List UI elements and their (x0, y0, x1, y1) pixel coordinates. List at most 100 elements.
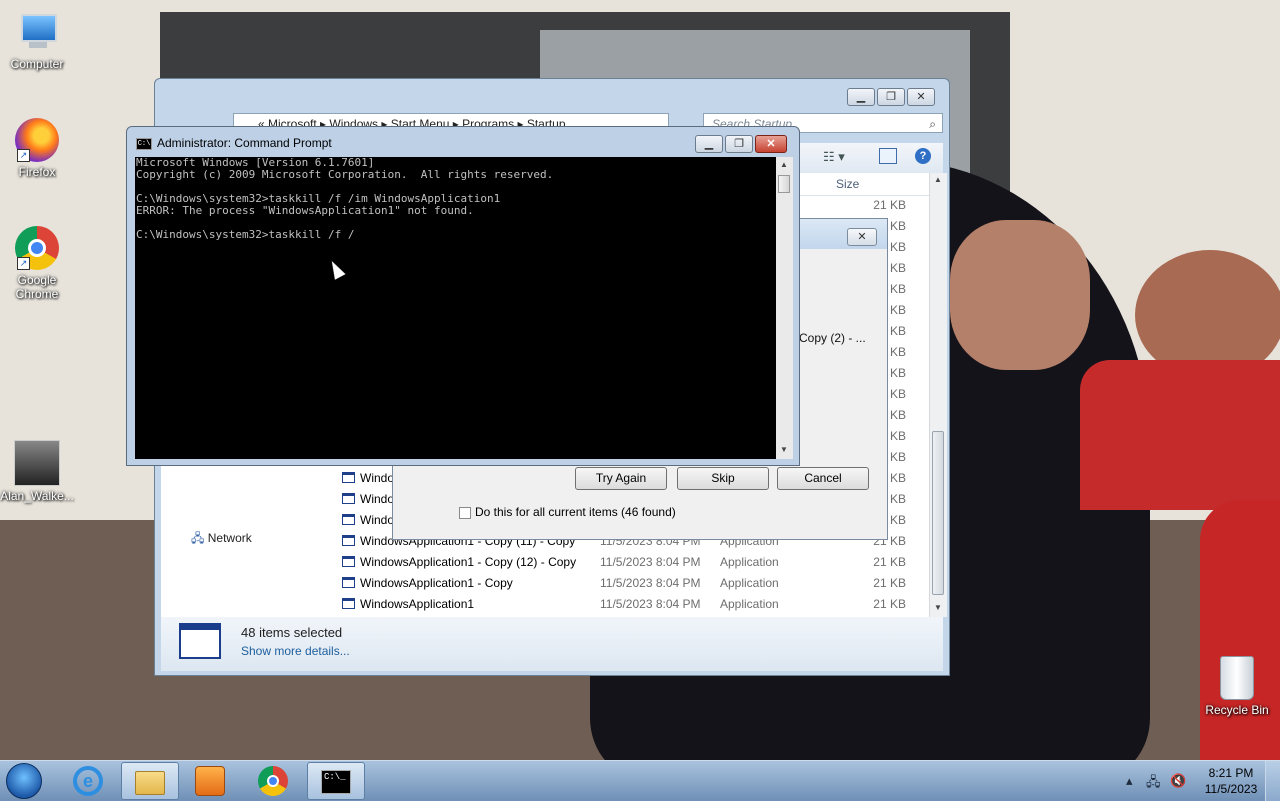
wallpaper-face (950, 220, 1090, 370)
start-button[interactable] (6, 763, 42, 799)
application-icon (342, 493, 355, 504)
wallpaper-red-jacket-2 (1200, 500, 1280, 760)
console-scrollbar[interactable]: ▲ ▼ (776, 157, 793, 459)
file-date: 11/5/2023 8:04 PM (600, 576, 701, 590)
file-name: Windo (360, 492, 395, 506)
column-header-size[interactable]: Size (836, 177, 859, 191)
taskbar-command-prompt[interactable]: C:\_ (307, 762, 365, 800)
console-line: Copyright (c) 2009 Microsoft Corporation… (136, 168, 554, 181)
folder-icon (135, 771, 165, 795)
file-name: Windo (360, 513, 395, 527)
file-type: Application (720, 555, 779, 569)
show-more-details-link[interactable]: Show more details... (241, 644, 350, 658)
scroll-up-icon[interactable]: ▲ (934, 175, 942, 184)
taskbar-windows-explorer[interactable] (121, 762, 179, 800)
media-player-icon (195, 766, 225, 796)
network-icon: 🖧 (191, 531, 205, 545)
try-again-button[interactable]: Try Again (575, 467, 667, 490)
file-size: 21 KB (873, 198, 906, 212)
application-icon (179, 623, 221, 659)
desktop-icon-label: Firefox (18, 165, 56, 179)
table-row[interactable]: WindowsApplication1 11/5/2023 8:04 PM Appl… (336, 594, 916, 615)
clock-date: 11/5/2023 (1204, 782, 1258, 796)
cmd-caption-buttons: ▁ ❐ ✕ (695, 135, 787, 153)
application-icon (342, 472, 355, 483)
scroll-down-icon[interactable]: ▼ (934, 603, 942, 612)
desktop-icon-label: Recycle Bin (1205, 703, 1269, 717)
command-prompt-window[interactable]: C:\ Administrator: Command Prompt ▁ ❐ ✕ … (126, 126, 800, 466)
application-icon (342, 577, 355, 588)
nav-item-network[interactable]: 🖧 Network (191, 529, 252, 550)
file-list-scrollbar[interactable]: ▲ ▼ (929, 173, 947, 617)
desktop-icon-label: Google Chrome (15, 273, 59, 301)
help-icon[interactable]: ? (915, 148, 931, 164)
dialog-close-button[interactable]: ✕ (847, 228, 877, 246)
console-input-line[interactable]: C:\Windows\system32>taskkill /f / (135, 229, 776, 241)
scrollbar-thumb[interactable] (778, 175, 790, 193)
scroll-up-icon[interactable]: ▲ (780, 160, 788, 169)
taskbar-internet-explorer[interactable]: e (60, 762, 118, 800)
desktop-icon-chrome[interactable]: ↗ Google Chrome (0, 226, 75, 301)
file-date: 11/5/2023 8:04 PM (600, 597, 701, 611)
desktop-icon-firefox[interactable]: ↗ Firefox (0, 118, 75, 179)
do-this-for-all-label: Do this for all current items (46 found) (475, 505, 676, 519)
view-options-icon[interactable]: ☷ ▾ (823, 149, 845, 165)
close-button[interactable]: ✕ (755, 135, 787, 153)
desktop-icon-label: Alan_Walke... (0, 489, 74, 503)
volume-muted-icon[interactable]: 🔇 (1170, 773, 1186, 789)
table-row[interactable]: WindowsApplication1 - Copy (12) - Copy 11… (336, 552, 916, 573)
nav-label: Network (207, 531, 252, 545)
clock[interactable]: 8:21 PM 11/5/2023 (1198, 765, 1264, 797)
minimize-button[interactable]: ▁ (847, 88, 875, 106)
file-type: Application (720, 597, 779, 611)
desktop-icon-recycle-bin[interactable]: Recycle Bin (1199, 656, 1275, 717)
taskbar: e C:\_ ▴ 🖧 🔇 8:21 PM 11/5/2023 (0, 760, 1280, 801)
search-icon: ⌕ (929, 117, 936, 131)
application-icon (342, 598, 355, 609)
firefox-icon: ↗ (15, 118, 59, 162)
file-size: 21 KB (873, 597, 906, 611)
do-this-for-all-checkbox[interactable] (459, 507, 471, 519)
console-line: ERROR: The process "WindowsApplication1"… (136, 204, 474, 217)
desktop-icon-alan-walker[interactable]: Alan_Walke... (0, 440, 75, 503)
clock-time: 8:21 PM (1208, 766, 1254, 780)
console-output[interactable]: Microsoft Windows [Version 6.1.7601] Cop… (135, 157, 776, 459)
show-desktop-button[interactable] (1265, 761, 1280, 801)
scrollbar-thumb[interactable] (932, 431, 944, 595)
selection-count: 48 items selected (241, 625, 343, 640)
preview-pane-icon[interactable] (879, 148, 897, 164)
skip-button[interactable]: Skip (677, 467, 769, 490)
minimize-button[interactable]: ▁ (695, 135, 723, 153)
taskbar-media-player[interactable] (182, 762, 240, 800)
wallpaper-red-jacket (1080, 360, 1280, 510)
explorer-caption-buttons: ▁ ❐ ✕ (847, 88, 935, 106)
system-tray: ▴ 🖧 🔇 8:21 PM 11/5/2023 (1122, 761, 1280, 801)
recycle-bin-icon (1220, 656, 1254, 700)
close-button[interactable]: ✕ (907, 88, 935, 106)
show-hidden-icons-icon[interactable]: ▴ (1126, 773, 1133, 789)
file-name: WindowsApplication1 (360, 597, 475, 611)
file-name: Windo (360, 471, 395, 485)
maximize-button[interactable]: ❐ (877, 88, 905, 106)
network-icon[interactable]: 🖧 (1146, 773, 1161, 795)
dialog-file-name: Copy (2) - ... (799, 331, 866, 345)
computer-icon (15, 10, 59, 54)
details-pane: 48 items selected Show more details... (161, 617, 943, 671)
taskbar-chrome[interactable] (245, 762, 303, 800)
table-row[interactable]: WindowsApplication1 - Copy 11/5/2023 8:04… (336, 573, 916, 594)
file-size: 21 KB (873, 576, 906, 590)
desktop-icon-label: Computer (10, 57, 64, 71)
application-icon (342, 535, 355, 546)
command-prompt-icon: C:\ (136, 138, 152, 150)
file-size: 21 KB (873, 555, 906, 569)
cancel-button[interactable]: Cancel (777, 467, 869, 490)
file-type: Application (720, 576, 779, 590)
chrome-icon: ↗ (15, 226, 59, 270)
file-name: WindowsApplication1 - Copy (360, 576, 513, 590)
image-file-icon (14, 440, 60, 486)
maximize-button[interactable]: ❐ (725, 135, 753, 153)
scroll-down-icon[interactable]: ▼ (780, 445, 788, 454)
file-date: 11/5/2023 8:04 PM (600, 555, 701, 569)
desktop-icon-computer[interactable]: Computer (0, 10, 75, 71)
window-title: Administrator: Command Prompt (157, 136, 332, 150)
